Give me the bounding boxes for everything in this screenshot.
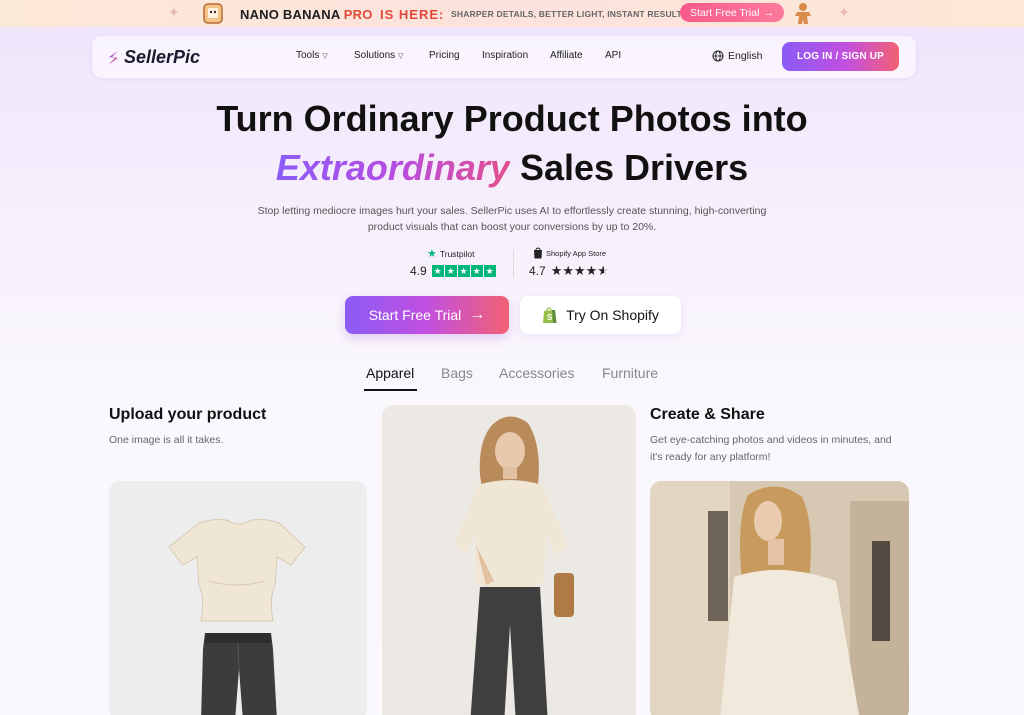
hero-description-line2: product visuals that can boost your conv… [367,221,657,233]
start-free-trial-button[interactable]: Start Free Trial → [345,296,509,334]
trustpilot-star-icon: ★ [427,248,437,260]
language-label: English [728,50,763,62]
create-step-title: Create & Share [650,406,765,423]
trustpilot-score-row: 4.9 ★ ★ ★ ★ ★ [410,264,496,278]
nav-item-tools[interactable]: Tools ▽ [296,50,328,61]
nav-item-label: Solutions [354,50,396,61]
trustpilot-header: ★ Trustpilot [427,247,496,260]
announcement-subtitle: SHARPER DETAILS, BETTER LIGHT, INSTANT R… [451,9,684,19]
upload-step-title: Upload your product [109,406,267,423]
tab-apparel[interactable]: Apparel [366,365,414,381]
nav-item-solutions[interactable]: Solutions ▽ [354,50,404,61]
hero-title-highlight: Extraordinary [275,147,510,188]
hero-title-rest: Sales Drivers [509,147,749,188]
logo-text: SellerPic [124,47,201,67]
announcement-trial-button[interactable]: Start Free Trial → [680,3,784,22]
create-step-text-line2: it's ready for any platform! [650,451,771,463]
start-free-trial-label: Start Free Trial [368,307,462,323]
arrow-right-icon: → [763,6,774,19]
trustpilot-score: 4.9 [410,264,427,278]
sparkle-icon: ✦ [168,4,180,20]
sellerpic-logo-icon [108,50,118,65]
shopify-score: 4.7 [529,264,546,278]
rating-divider [513,250,514,278]
login-signup-button[interactable]: LOG IN / SIGN UP [782,42,899,71]
upload-step-text: One image is all it takes. [109,434,224,446]
hero-title-line2: Extraordinary Sales Drivers [0,147,1024,189]
try-on-shopify-label: Try On Shopify [566,307,659,323]
gingerbread-icon [795,3,811,24]
main-navigation: SellerPic Tools ▽ Solutions ▽ Pricing Insp… [92,36,916,78]
nav-item-affiliate[interactable]: Affiliate [550,50,583,61]
street-photo-illustration [650,481,909,715]
nav-item-inspiration[interactable]: Inspiration [482,50,528,61]
svg-text:S: S [547,313,553,322]
trustpilot-rating[interactable]: ★ Trustpilot 4.9 ★ ★ ★ ★ ★ [410,247,496,278]
arrow-right-icon: → [469,306,486,323]
product-upload-image [109,481,367,715]
trustpilot-label: Trustpilot [439,248,475,259]
shopify-rating[interactable]: Shopify App Store 4.7 ★★★★★ ★ [529,247,609,279]
banana-mascot-icon [203,3,223,24]
tab-bags[interactable]: Bags [441,365,473,381]
model-wearing-product-image [382,405,636,715]
trustpilot-stars: ★ ★ ★ ★ ★ [431,265,496,277]
tab-furniture[interactable]: Furniture [602,365,658,381]
logo[interactable]: SellerPic [106,47,200,68]
globe-icon [712,50,724,62]
hero-description: Stop letting mediocre images hurt your s… [0,203,1024,235]
product-flatlay-illustration [109,481,367,715]
star-icon: ★ [431,265,444,277]
hero-description-line1: Stop letting mediocre images hurt your s… [257,205,767,217]
shopify-bag-icon [534,247,542,259]
shopify-score-row: 4.7 ★★★★★ ★ [529,263,609,279]
tab-accessories[interactable]: Accessories [499,365,574,381]
chevron-down-icon: ▽ [398,52,404,60]
star-icon: ★ [483,265,496,277]
shopify-stars: ★★★★★ ★ [550,263,609,278]
model-photo-illustration [382,405,636,715]
chevron-down-icon: ▽ [322,52,328,60]
announcement-bar: ✦ NANO BANANA PRO IS HERE: SHARPER DETAI… [0,0,1024,27]
hero-title-line1: Turn Ordinary Product Photos into [216,98,808,139]
shopify-label: Shopify App Store [546,248,607,258]
nav-item-api[interactable]: API [605,50,621,61]
shopify-logo-icon: S [543,307,557,323]
shopify-header: Shopify App Store [533,247,609,259]
generated-lifestyle-image [650,481,909,715]
nav-item-label: Tools [296,50,320,61]
try-on-shopify-button[interactable]: S Try On Shopify [520,296,681,334]
star-icon: ★ [470,265,483,277]
nav-item-pricing[interactable]: Pricing [429,50,460,61]
announcement-here: IS HERE: [380,7,445,22]
create-step-text: Get eye-catching photos and videos in mi… [650,432,892,466]
create-step-text-line1: Get eye-catching photos and videos in mi… [650,434,892,446]
sparkle-icon: ✦ [838,4,850,20]
star-icon: ★ [444,265,457,277]
announcement-brand: NANO BANANA PRO [240,7,373,22]
star-icon: ★ [457,265,470,277]
announcement-trial-label: Start Free Trial [690,6,760,19]
language-selector[interactable]: English [712,50,762,62]
active-tab-indicator [364,389,417,391]
